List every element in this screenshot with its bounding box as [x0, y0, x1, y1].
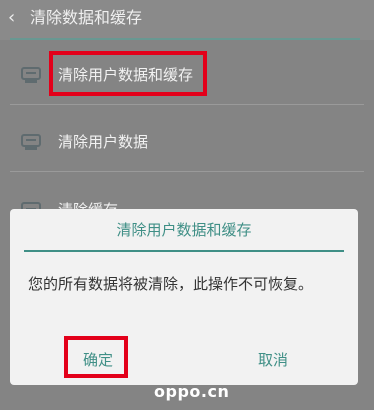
- dialog-message: 您的所有数据将被清除，此操作不可恢复。: [28, 275, 314, 293]
- phone-clean-icon: [21, 67, 41, 83]
- header-divider: [10, 38, 360, 40]
- settings-screen: ‹ 清除数据和缓存 清除用户数据和缓存 清除用户数据 清除缓存 清除用户数据和缓…: [0, 0, 374, 410]
- cancel-button[interactable]: 取消: [243, 345, 303, 375]
- divider: [10, 171, 364, 172]
- highlight-box-confirm: [64, 336, 128, 378]
- header-bar: ‹ 清除数据和缓存: [0, 0, 374, 40]
- dialog-title-divider: [24, 250, 344, 252]
- list-item-label: 清除用户数据: [58, 133, 149, 151]
- list-item-clear-user-data[interactable]: 清除用户数据: [0, 112, 374, 172]
- phone-user-data-icon: [21, 134, 41, 150]
- dialog-title: 清除用户数据和缓存: [116, 221, 252, 239]
- watermark: oppo.cn: [154, 382, 230, 401]
- highlight-box-list-item: [49, 51, 207, 96]
- page-title: 清除数据和缓存: [30, 8, 143, 27]
- back-arrow-icon[interactable]: ‹: [8, 8, 22, 28]
- divider: [10, 104, 364, 105]
- confirm-dialog: 清除用户数据和缓存 您的所有数据将被清除，此操作不可恢复。 确定 取消: [10, 209, 358, 385]
